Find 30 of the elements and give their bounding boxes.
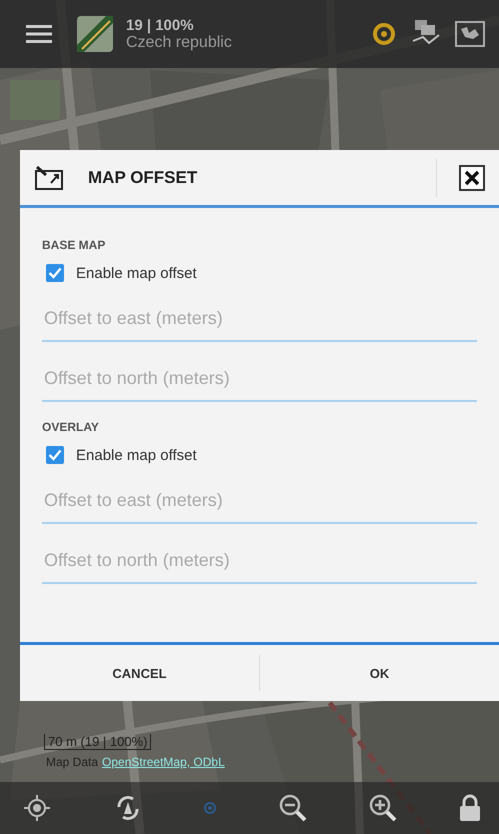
input-field[interactable]: Offset to east (meters): [42, 478, 477, 524]
target-icon: [203, 801, 218, 815]
checkbox[interactable]: [46, 264, 64, 282]
attribution-link[interactable]: OpenStreetMap, ODbL: [102, 755, 225, 769]
close-button[interactable]: [459, 164, 485, 190]
input-field[interactable]: Offset to east (meters): [42, 296, 477, 342]
dialog-title: MAP OFFSET: [88, 168, 198, 188]
map-icon[interactable]: [455, 21, 485, 47]
input-field[interactable]: Offset to north (meters): [42, 356, 477, 402]
map-offset-icon: [34, 164, 66, 190]
scale-bar: 70 m (19 | 100%): [44, 734, 152, 750]
attribution-text: Map Data: [46, 755, 98, 769]
map-name-text: Czech republic: [126, 34, 232, 52]
enable-offset-checkbox[interactable]: Enable map offset: [46, 264, 197, 282]
map-tile-icon[interactable]: [76, 15, 114, 53]
locate-icon[interactable]: [22, 793, 52, 823]
lock-icon[interactable]: [458, 794, 481, 822]
checkbox[interactable]: [46, 446, 64, 464]
menu-icon[interactable]: [26, 24, 52, 44]
section-heading: OVERLAY: [42, 420, 100, 434]
zoom-out-icon[interactable]: [278, 793, 308, 823]
dialog-button[interactable]: OK: [260, 645, 499, 701]
zoom-in-icon[interactable]: [368, 793, 398, 823]
close-icon[interactable]: [464, 170, 480, 186]
section-heading: BASE MAP: [42, 238, 106, 252]
enable-offset-checkbox[interactable]: Enable map offset: [46, 446, 197, 464]
zoom-level-text: 19 | 100%: [126, 16, 195, 34]
dialog-button[interactable]: CANCEL: [20, 645, 259, 701]
gps-icon[interactable]: [371, 21, 397, 47]
input-field[interactable]: Offset to north (meters): [42, 538, 477, 584]
